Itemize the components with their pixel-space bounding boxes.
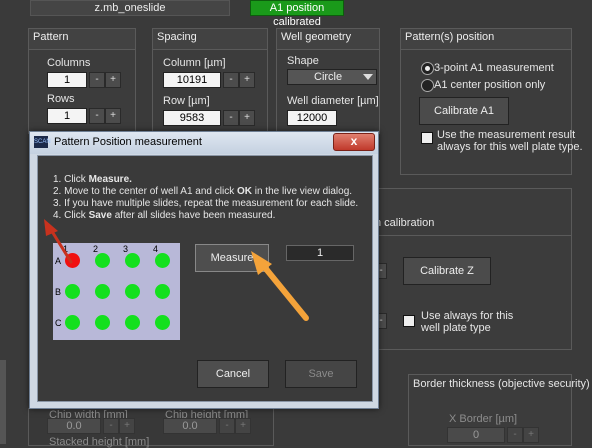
red-arrow-icon <box>44 219 73 264</box>
orange-arrow-icon <box>251 251 309 321</box>
annotation-arrows <box>44 219 309 321</box>
